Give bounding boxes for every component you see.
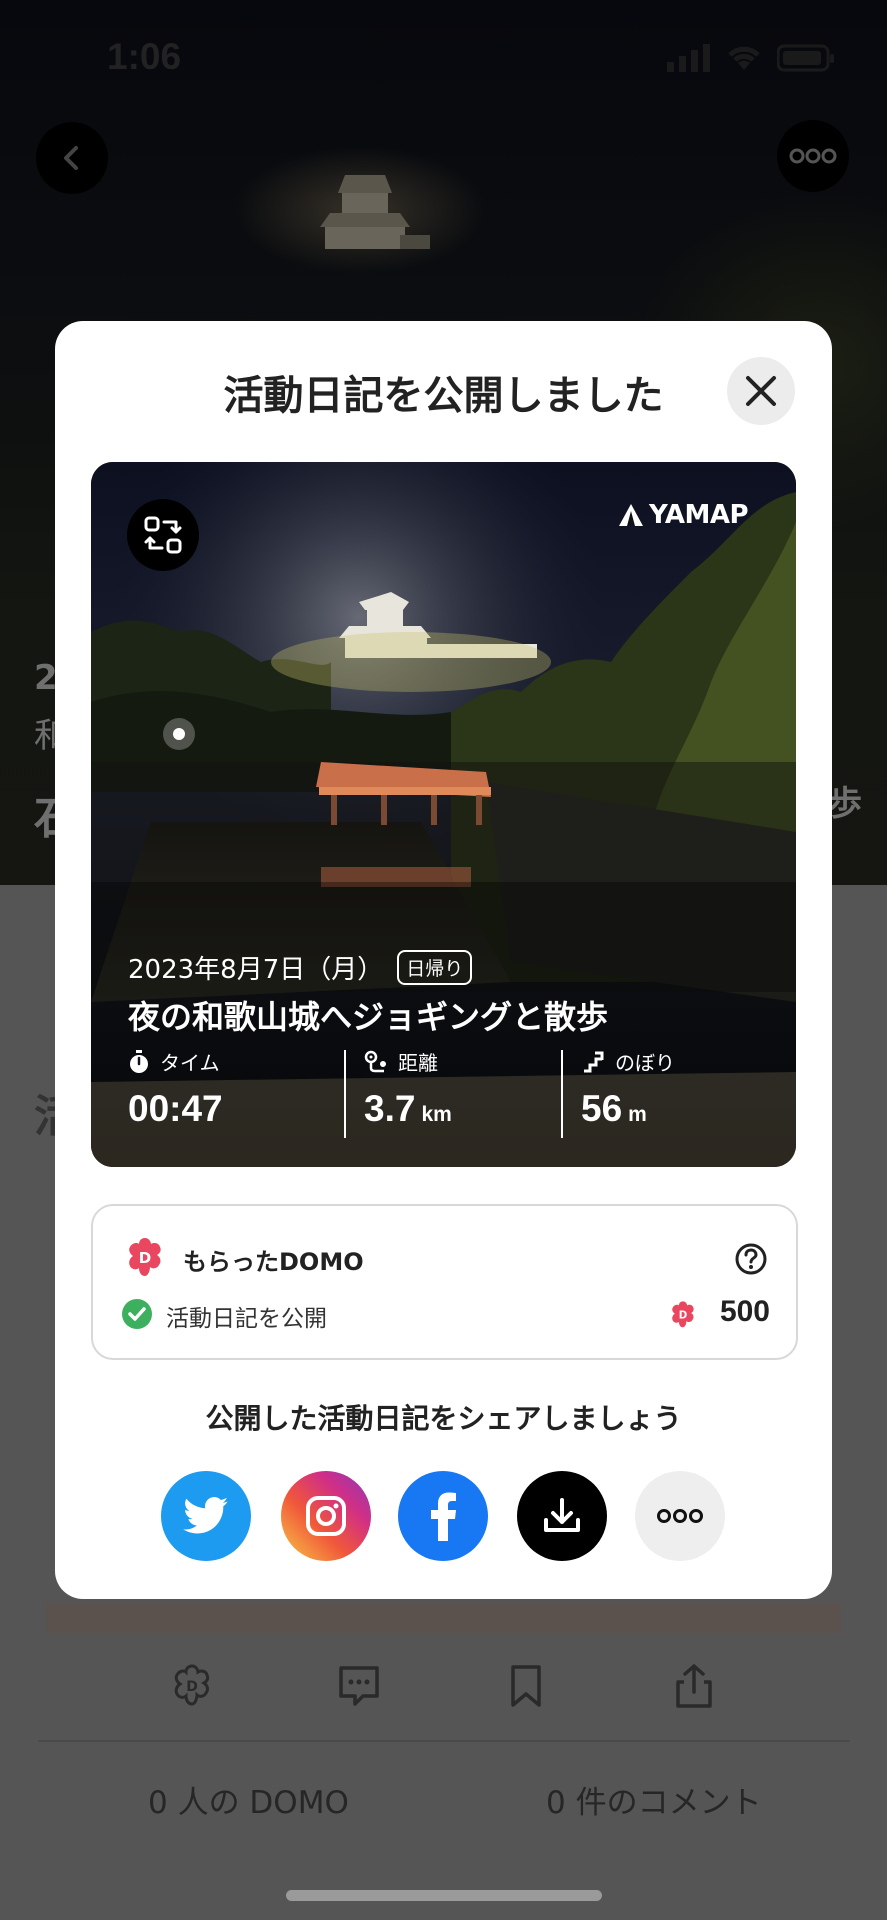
signal-icon bbox=[667, 44, 710, 72]
close-button[interactable] bbox=[727, 357, 795, 425]
close-icon bbox=[746, 376, 776, 406]
ellipsis-icon bbox=[789, 148, 837, 164]
share-facebook-button[interactable] bbox=[398, 1471, 488, 1561]
svg-text:D: D bbox=[679, 1310, 687, 1321]
share-twitter-button[interactable] bbox=[161, 1471, 251, 1561]
domo-logo-icon: D bbox=[129, 1238, 161, 1276]
more-options-button[interactable] bbox=[777, 120, 849, 192]
domo-count[interactable]: 0 人の DOMO bbox=[148, 1777, 349, 1822]
stat-label-row: のぼり bbox=[581, 1047, 675, 1076]
ascent-icon bbox=[584, 1051, 604, 1072]
chevron-left-icon bbox=[64, 146, 78, 170]
domo-title: もらったDOMO bbox=[183, 1248, 364, 1276]
swap-icon bbox=[144, 516, 182, 554]
check-icon bbox=[122, 1299, 152, 1329]
stat-label: 距離 bbox=[398, 1051, 438, 1075]
swap-image-button[interactable] bbox=[127, 499, 199, 571]
stat-unit: m bbox=[628, 1103, 647, 1126]
download-icon bbox=[544, 1498, 580, 1532]
stat-divider bbox=[561, 1050, 563, 1138]
stat-number: 00:47 bbox=[128, 1088, 223, 1129]
activity-date: 2023年8月7日（月） bbox=[128, 955, 384, 985]
share-image-card: YAMAP 2023年8月7日（月） 日帰り 夜の和歌山城へジョギングと散歩 タ… bbox=[91, 462, 796, 1167]
mountain-logo-icon bbox=[618, 504, 643, 526]
download-image-button[interactable] bbox=[517, 1471, 607, 1561]
facebook-icon bbox=[431, 1492, 456, 1541]
stat-label-row: 距離 bbox=[364, 1047, 452, 1076]
domo-icon[interactable]: D bbox=[168, 1662, 216, 1710]
share-icon[interactable] bbox=[670, 1662, 718, 1710]
domo-amount: 500 bbox=[719, 1295, 770, 1328]
share-prompt: 公開した活動日記をシェアしましょう bbox=[205, 1402, 682, 1435]
help-icon[interactable] bbox=[734, 1242, 768, 1276]
stat-divider bbox=[344, 1050, 346, 1138]
instagram-icon bbox=[306, 1496, 346, 1536]
home-indicator bbox=[286, 1890, 602, 1901]
share-instagram-button[interactable] bbox=[281, 1471, 371, 1561]
stat-number: 56 bbox=[581, 1088, 623, 1129]
status-icons bbox=[667, 44, 835, 72]
activity-title: 夜の和歌山城へジョギングと散歩 bbox=[128, 998, 609, 1036]
battery-icon bbox=[777, 44, 834, 72]
stopwatch-icon bbox=[130, 1049, 148, 1073]
background-image-strip bbox=[46, 1603, 841, 1633]
stat-unit: km bbox=[421, 1103, 452, 1126]
activity-date-row: 2023年8月7日（月） 日帰り bbox=[128, 949, 473, 986]
stat-label: タイム bbox=[160, 1051, 220, 1075]
dialog-title: 活動日記を公開しました bbox=[223, 373, 664, 419]
publish-complete-dialog: 活動日記を公開しました YAMAP 2023年8月7日（月） 日帰り 夜の和歌山… bbox=[55, 321, 832, 1599]
status-bar: 1:06 bbox=[0, 0, 887, 110]
stat-value: 56 m bbox=[581, 1088, 675, 1130]
bookmark-icon[interactable] bbox=[502, 1662, 550, 1710]
stat-time: タイム 00:47 bbox=[128, 1047, 223, 1130]
side-label: 歩 bbox=[828, 784, 862, 824]
share-more-button[interactable] bbox=[635, 1471, 725, 1561]
divider bbox=[38, 1740, 850, 1742]
domo-reason: 活動日記を公開 bbox=[166, 1306, 327, 1332]
stat-label: のぼり bbox=[615, 1051, 675, 1075]
comment-icon[interactable] bbox=[335, 1662, 383, 1710]
wifi-icon bbox=[728, 46, 760, 70]
back-button[interactable] bbox=[36, 122, 108, 194]
stat-value: 3.7 km bbox=[364, 1088, 452, 1130]
stat-value: 00:47 bbox=[128, 1088, 223, 1130]
stat-distance: 距離 3.7 km bbox=[364, 1047, 452, 1130]
route-pin-icon bbox=[364, 1050, 386, 1072]
brand-name: YAMAP bbox=[648, 500, 749, 530]
ellipsis-icon bbox=[657, 1509, 703, 1523]
svg-text:D: D bbox=[139, 1249, 151, 1267]
received-domo-box: D もらったDOMO 活動日記を公開 D 500 bbox=[91, 1204, 798, 1360]
yamap-logo: YAMAP bbox=[618, 500, 749, 530]
stat-number: 3.7 bbox=[364, 1088, 416, 1129]
status-time: 1:06 bbox=[107, 36, 182, 77]
domo-small-icon: D bbox=[672, 1301, 694, 1328]
twitter-bird-icon bbox=[183, 1497, 229, 1534]
castle-silhouette bbox=[320, 175, 430, 249]
day-trip-badge: 日帰り bbox=[397, 950, 473, 985]
comment-count[interactable]: 0 件のコメント bbox=[546, 1777, 762, 1822]
stat-label-row: タイム bbox=[128, 1047, 223, 1076]
stat-ascent: のぼり 56 m bbox=[581, 1047, 675, 1130]
svg-text:D: D bbox=[186, 1679, 198, 1695]
